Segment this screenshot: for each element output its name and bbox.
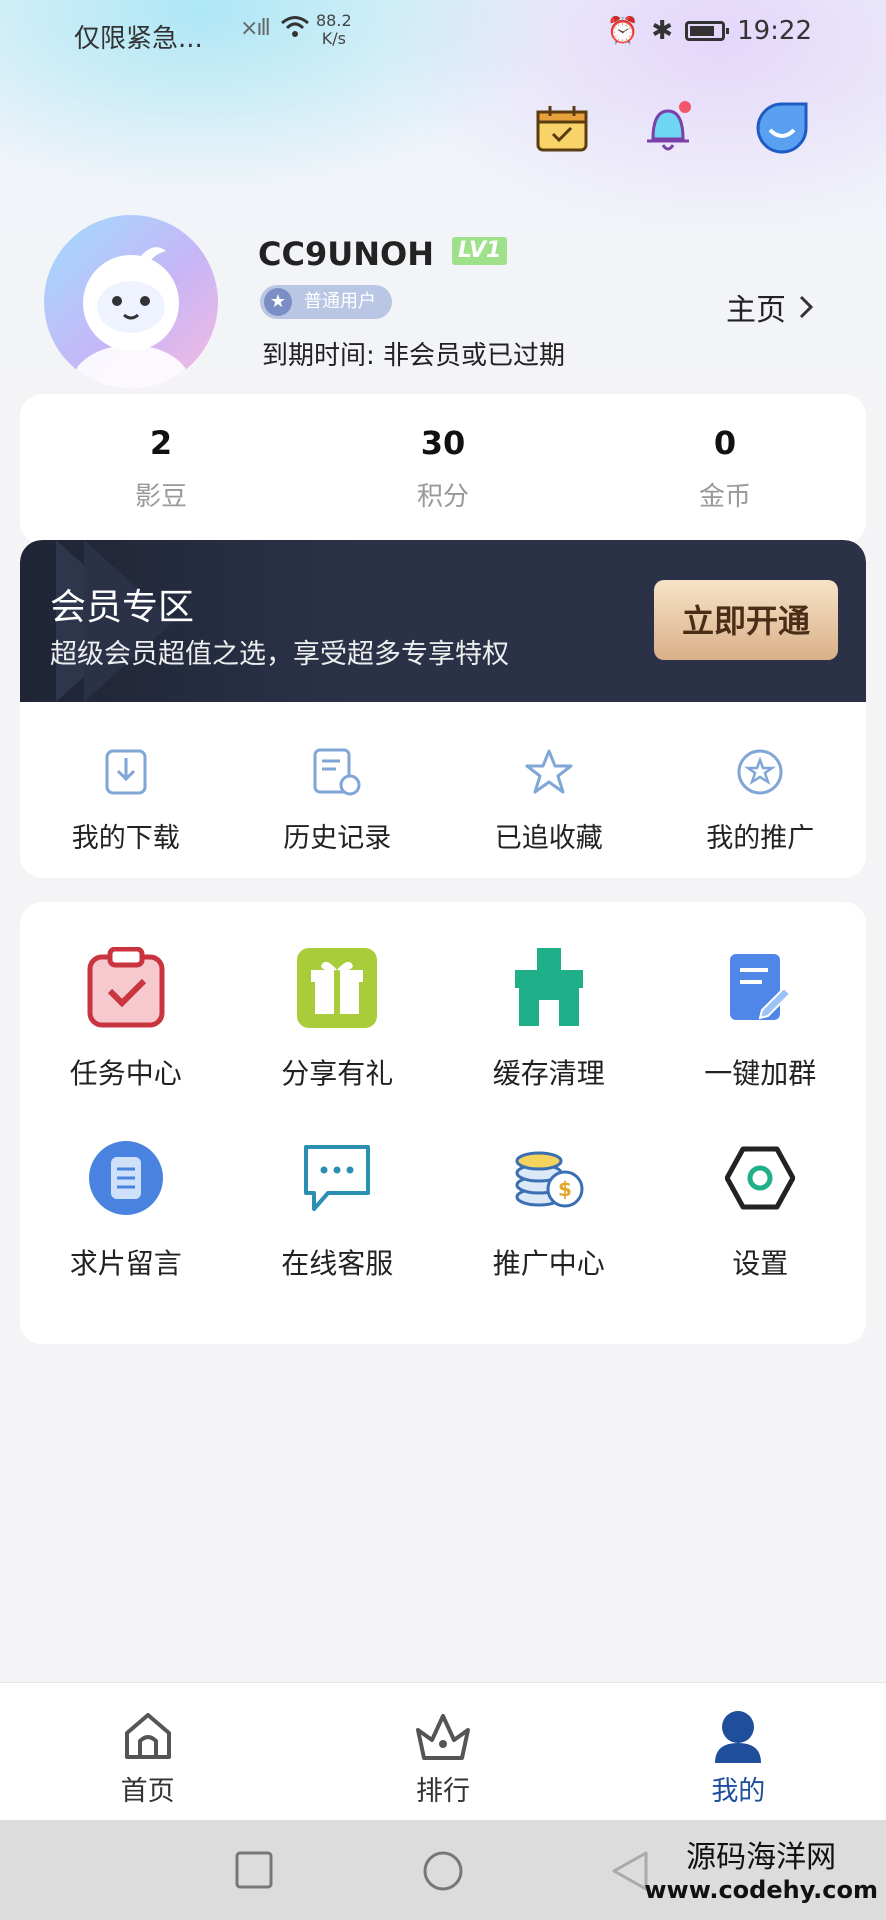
header-actions [0, 98, 886, 158]
tool-label: 在线客服 [281, 1247, 394, 1280]
tools-grid: 任务中心 分享有礼 缓存清理 一键加群 求片留言 在线客服 $ 推广中心 设置 [20, 902, 866, 1318]
level-badge: LV1 [452, 237, 508, 265]
speed-unit: K/s [321, 29, 346, 48]
signal-icon: ×ıll [240, 16, 271, 41]
homepage-label: 主页 [726, 293, 786, 328]
message-list-icon [20, 1136, 232, 1220]
tab-label: 排行 [415, 1776, 470, 1807]
quick-label: 我的下载 [71, 823, 180, 854]
tool-label: 任务中心 [69, 1057, 182, 1090]
chevron-right-icon [798, 293, 814, 328]
service-face-icon[interactable] [752, 98, 812, 158]
group-note-icon [655, 946, 867, 1030]
tab-label: 我的 [711, 1776, 766, 1807]
quick-label: 已追收藏 [494, 823, 603, 854]
member-type-label: 普通用户 [304, 291, 376, 312]
tool-label: 分享有礼 [281, 1057, 394, 1090]
stat-label: 积分 [416, 482, 469, 512]
stat-coins[interactable]: 0 金币 [584, 394, 866, 544]
tool-label: 求片留言 [69, 1247, 182, 1280]
tool-label: 一键加群 [704, 1057, 817, 1090]
watermark-url: www.codehy.com [644, 1876, 878, 1904]
tool-join-group[interactable]: 一键加群 [655, 902, 867, 1110]
home-button[interactable] [422, 1850, 464, 1896]
stat-beans[interactable]: 2 影豆 [20, 394, 302, 544]
broom-icon [443, 946, 655, 1030]
tools-card: 任务中心 分享有礼 缓存清理 一键加群 求片留言 在线客服 $ 推广中心 设置 [20, 902, 866, 1344]
member-type-badge: ★ 普通用户 [260, 285, 392, 319]
calendar-checkin-icon[interactable] [532, 98, 592, 158]
quick-label: 历史记录 [283, 823, 392, 854]
stat-value: 30 [420, 424, 466, 462]
expire-value: 非会员或已过期 [383, 341, 566, 371]
speed-value: 88.2 [316, 11, 352, 30]
stat-value: 2 [149, 424, 173, 462]
home-icon [0, 1707, 295, 1765]
battery-icon [685, 21, 730, 41]
star-icon [443, 742, 655, 802]
quick-promote[interactable]: 我的推广 [655, 702, 867, 878]
chat-icon [232, 1136, 444, 1220]
download-icon [20, 742, 232, 802]
promote-icon [655, 742, 867, 802]
clock: 19:22 [737, 16, 812, 46]
homepage-link[interactable]: 主页 [726, 285, 814, 329]
quick-download[interactable]: 我的下载 [20, 702, 232, 878]
stat-points[interactable]: 30 积分 [302, 394, 584, 544]
settings-icon [655, 1136, 867, 1220]
avatar[interactable] [44, 215, 218, 389]
vip-title: 会员专区 [50, 587, 195, 628]
gift-icon [232, 946, 444, 1030]
svg-text:$: $ [558, 1177, 572, 1201]
tool-label: 设置 [732, 1247, 789, 1280]
open-vip-button[interactable]: 立即开通 [654, 580, 838, 660]
history-icon [232, 742, 444, 802]
stat-label: 影豆 [134, 482, 187, 512]
tab-label: 首页 [120, 1776, 175, 1807]
status-right: ⏰ ✱ 19:22 [607, 16, 812, 46]
network-speed: 88.2 K/s [316, 12, 352, 48]
tool-request-movie[interactable]: 求片留言 [20, 1110, 232, 1318]
tab-home[interactable]: 首页 [0, 1683, 295, 1821]
crown-icon [295, 1707, 590, 1765]
quick-favorites[interactable]: 已追收藏 [443, 702, 655, 878]
tab-mine[interactable]: 我的 [591, 1683, 886, 1821]
task-icon [20, 946, 232, 1030]
bluetooth-icon: ✱ [651, 16, 674, 46]
stat-value: 0 [713, 424, 737, 462]
bottom-tab-bar: 首页 排行 我的 [0, 1682, 886, 1821]
tool-clear-cache[interactable]: 缓存清理 [443, 902, 655, 1110]
user-icon [591, 1707, 886, 1765]
alarm-icon: ⏰ [606, 16, 640, 46]
quick-actions: 我的下载 历史记录 已追收藏 我的推广 [20, 702, 866, 878]
tool-settings[interactable]: 设置 [655, 1110, 867, 1318]
tool-promotion-center[interactable]: $ 推广中心 [443, 1110, 655, 1318]
stats-card: 2 影豆 30 积分 0 金币 [20, 394, 866, 544]
tool-label: 推广中心 [492, 1247, 605, 1280]
vip-banner: 会员专区 超级会员超值之选，享受超多专享特权 立即开通 [20, 540, 866, 702]
quick-label: 我的推广 [706, 823, 815, 854]
expire-info: 到期时间: 非会员或已过期 [262, 335, 565, 372]
recent-apps-button[interactable] [234, 1850, 274, 1894]
bell-icon[interactable] [638, 98, 698, 158]
vip-card: 会员专区 超级会员超值之选，享受超多专享特权 立即开通 我的下载 历史记录 已追… [20, 540, 866, 878]
quick-history[interactable]: 历史记录 [232, 702, 444, 878]
tool-task-center[interactable]: 任务中心 [20, 902, 232, 1110]
username: CC9UNOH [258, 235, 434, 273]
star-icon: ★ [264, 288, 292, 316]
carrier-text: 仅限紧急... [74, 24, 203, 54]
profile-section: CC9UNOH LV1 ★ 普通用户 到期时间: 非会员或已过期 主页 [0, 215, 886, 389]
watermark: 源码海洋网 www.codehy.com [644, 1832, 878, 1904]
watermark-name: 源码海洋网 [686, 1840, 837, 1875]
tool-share-gift[interactable]: 分享有礼 [232, 902, 444, 1110]
tool-label: 缓存清理 [492, 1057, 605, 1090]
stat-label: 金币 [698, 482, 751, 512]
vip-subtitle: 超级会员超值之选，享受超多专享特权 [50, 639, 509, 670]
expire-label: 到期时间: [262, 341, 375, 371]
wifi-icon [280, 14, 310, 47]
coins-icon: $ [443, 1136, 655, 1220]
tool-online-service[interactable]: 在线客服 [232, 1110, 444, 1318]
status-bar: 仅限紧急... ×ıll 88.2 K/s ⏰ ✱ 19:22 [0, 0, 886, 66]
tab-ranking[interactable]: 排行 [295, 1683, 590, 1821]
